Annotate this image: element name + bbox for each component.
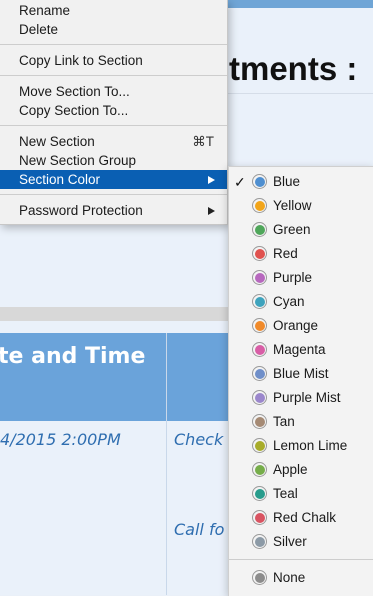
color-item-label: Tan <box>273 414 295 429</box>
submenu-arrow-icon <box>208 176 215 184</box>
menu-item-label: New Section <box>19 134 95 149</box>
menu-separator <box>229 559 373 560</box>
color-item-apple[interactable]: Apple <box>229 458 373 482</box>
page-title: tments : <box>229 50 358 87</box>
color-item-teal[interactable]: Teal <box>229 482 373 506</box>
color-item-label: Apple <box>273 462 308 477</box>
menu-item-move-section[interactable]: Move Section To... <box>0 82 227 101</box>
menu-item-copy-link[interactable]: Copy Link to Section <box>0 51 227 70</box>
color-item-label: Lemon Lime <box>273 438 348 453</box>
menu-item-new-section[interactable]: New Section ⌘T <box>0 132 227 151</box>
menu-item-new-section-group[interactable]: New Section Group <box>0 151 227 170</box>
color-item-label: Red <box>273 246 298 261</box>
submenu-arrow-icon <box>208 207 215 215</box>
color-item-label: None <box>273 570 306 585</box>
color-swatch-icon <box>252 222 267 237</box>
color-swatch-icon <box>252 270 267 285</box>
color-swatch-icon <box>252 366 267 381</box>
color-item-purple[interactable]: Purple <box>229 266 373 290</box>
color-item-label: Purple Mist <box>273 390 341 405</box>
color-item-red[interactable]: Red <box>229 242 373 266</box>
page-top-bar <box>228 0 373 8</box>
table-cell-action[interactable]: Check <box>174 430 228 449</box>
color-item-none[interactable]: None <box>229 566 373 590</box>
color-item-lemon-lime[interactable]: Lemon Lime <box>229 434 373 458</box>
color-swatch-icon <box>252 438 267 453</box>
color-item-blue[interactable]: ✓ Blue <box>229 170 373 194</box>
table-cell-date[interactable]: 4/2015 2:00PM <box>0 430 166 449</box>
menu-separator <box>0 194 227 195</box>
color-swatch-icon <box>252 294 267 309</box>
color-item-magenta[interactable]: Magenta <box>229 338 373 362</box>
color-item-blue-mist[interactable]: Blue Mist <box>229 362 373 386</box>
color-item-purple-mist[interactable]: Purple Mist <box>229 386 373 410</box>
color-item-green[interactable]: Green <box>229 218 373 242</box>
color-swatch-icon <box>252 486 267 501</box>
color-item-label: Blue <box>273 174 301 189</box>
color-item-red-chalk[interactable]: Red Chalk <box>229 506 373 530</box>
section-context-menu: Rename Delete Copy Link to Section Move … <box>0 0 228 225</box>
color-swatch-icon <box>252 198 267 213</box>
checkmark-icon: ✓ <box>234 174 246 190</box>
table-cell-action[interactable]: Call fo <box>174 520 228 539</box>
menu-item-label: Section Color <box>19 172 101 187</box>
color-item-silver[interactable]: Silver <box>229 530 373 554</box>
color-swatch-icon <box>252 510 267 525</box>
color-item-label: Teal <box>273 486 298 501</box>
color-item-label: Blue Mist <box>273 366 329 381</box>
menu-item-delete[interactable]: Delete <box>0 20 227 39</box>
table-header-date-time: te and Time <box>0 344 146 369</box>
menu-item-rename[interactable]: Rename <box>0 1 227 20</box>
table-column-divider <box>166 333 167 595</box>
color-swatch-icon <box>252 390 267 405</box>
color-swatch-icon <box>252 342 267 357</box>
menu-separator <box>0 125 227 126</box>
keyboard-shortcut: ⌘T <box>192 134 214 149</box>
color-item-label: Green <box>273 222 311 237</box>
color-item-label: Red Chalk <box>273 510 337 525</box>
menu-separator <box>0 44 227 45</box>
color-swatch-icon <box>252 570 267 585</box>
menu-item-copy-section[interactable]: Copy Section To... <box>0 101 227 120</box>
section-color-submenu: ✓ Blue Yellow Green Red Purple Cyan Orange Magen… <box>228 166 373 596</box>
color-item-yellow[interactable]: Yellow <box>229 194 373 218</box>
menu-separator <box>0 75 227 76</box>
title-underline <box>228 93 373 94</box>
menu-item-section-color[interactable]: Section Color <box>0 170 227 189</box>
color-item-label: Purple <box>273 270 313 285</box>
color-swatch-icon <box>252 174 267 189</box>
color-item-cyan[interactable]: Cyan <box>229 290 373 314</box>
color-item-label: Silver <box>273 534 307 549</box>
color-item-tan[interactable]: Tan <box>229 410 373 434</box>
color-item-label: Cyan <box>273 294 305 309</box>
color-item-label: Orange <box>273 318 319 333</box>
color-item-label: Yellow <box>273 198 312 213</box>
color-swatch-icon <box>252 414 267 429</box>
color-swatch-icon <box>252 318 267 333</box>
color-item-label: Magenta <box>273 342 326 357</box>
color-swatch-icon <box>252 534 267 549</box>
color-swatch-icon <box>252 462 267 477</box>
color-item-orange[interactable]: Orange <box>229 314 373 338</box>
menu-item-label: Password Protection <box>19 203 143 218</box>
menu-item-password-protection[interactable]: Password Protection <box>0 201 227 220</box>
color-swatch-icon <box>252 246 267 261</box>
